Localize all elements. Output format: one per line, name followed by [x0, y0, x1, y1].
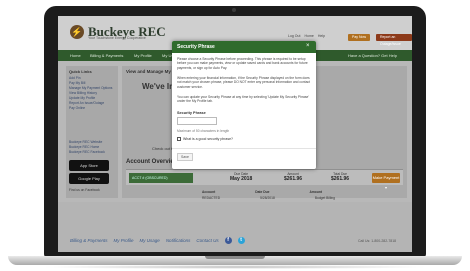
- footer-link-contact[interactable]: Contact Us: [196, 238, 218, 243]
- amount-value: $261.96: [284, 176, 303, 182]
- save-button[interactable]: Save: [177, 153, 193, 161]
- facebook-line[interactable]: Find us on Facebook: [69, 188, 100, 192]
- table-cell: REDACTED: [202, 196, 221, 200]
- modal-paragraph-2: When entering your financial information…: [177, 76, 310, 89]
- sidebar-link[interactable]: Update My Profile: [69, 96, 95, 100]
- total-due-value: $261.96: [331, 176, 350, 182]
- make-payment-button[interactable]: Make Payment ▾: [372, 173, 400, 190]
- footer-phone: Call Us: 1-800-282-7818: [358, 239, 397, 243]
- modal-divider: [172, 148, 316, 149]
- report-outage-button[interactable]: Report an Outage/Issue: [376, 34, 412, 46]
- amount-cell: Amount $261.96: [284, 172, 302, 182]
- due-date-cell: Due Date May 2018: [230, 172, 252, 182]
- security-phrase-hint: Maximum of 50 characters in length: [177, 129, 230, 133]
- modal-paragraph-3: You can update your Security Phrase at a…: [177, 95, 309, 104]
- modal-header: Security Phrase ×: [172, 41, 316, 53]
- table-row[interactable]: REDACTED 5/28/2018 Budget Billing: [202, 196, 402, 200]
- sidebar-link[interactable]: View Billing History: [69, 91, 97, 95]
- logout-link[interactable]: Log Out: [288, 34, 300, 38]
- account-summary-row: ACCT # (OBSCURED) Due Date May 2018 Amou…: [126, 169, 403, 190]
- facebook-icon[interactable]: f: [224, 237, 232, 244]
- home-link[interactable]: Home: [304, 34, 313, 38]
- pay-now-button[interactable]: Pay Now: [348, 34, 371, 41]
- good-phrase-checkbox-row[interactable]: What is a good security phrase?: [177, 137, 233, 141]
- security-phrase-label: Security Phrase: [177, 111, 206, 115]
- checkbox[interactable]: [177, 137, 181, 141]
- top-links: Log Out Home Help: [288, 34, 325, 38]
- help-link[interactable]: Help: [318, 34, 325, 38]
- laptop-mockup: ⚡ Buckeye REC Your Touchstone Energy Coo…: [0, 0, 470, 271]
- sidebar-link[interactable]: Buckeye REC Facebook: [69, 150, 105, 154]
- laptop-screen: ⚡ Buckeye REC Your Touchstone Energy Coo…: [58, 16, 412, 252]
- table-header-cell: Date Due: [255, 190, 270, 194]
- footer-link-billing[interactable]: Billing & Payments: [70, 238, 108, 243]
- laptop-notch: [205, 256, 265, 259]
- table-header-cell: Amount: [309, 190, 322, 194]
- account-overview-title: Account Overview: [126, 159, 179, 165]
- sidebar-link[interactable]: Pay Online: [69, 106, 85, 110]
- table-cell: Budget Billing: [314, 196, 335, 200]
- account-banner: ACCT # (OBSCURED): [129, 173, 193, 183]
- lightning-icon: ⚡: [70, 25, 84, 39]
- site-footer: Billing & Payments My Profile My Usage N…: [58, 202, 412, 252]
- due-date-value: May 2018: [230, 176, 253, 182]
- sidebar-title: Quick Links: [69, 69, 92, 74]
- footer-link-notifications[interactable]: Notifications: [166, 238, 191, 243]
- sidebar-link[interactable]: Report An Issue/Outage: [69, 101, 104, 105]
- sidebar-link[interactable]: Buckeye REC Website: [69, 140, 102, 144]
- table-header: Account Date Due Amount: [202, 190, 402, 194]
- total-due-cell: Total Due $261.96: [331, 172, 349, 182]
- nav-home[interactable]: Home: [70, 53, 81, 58]
- modal-paragraph-1: Please choose a Security Phrase before p…: [177, 57, 308, 70]
- footer-links: Billing & Payments My Profile My Usage N…: [70, 237, 245, 244]
- brand-tagline: Your Touchstone Energy Cooperative: [88, 36, 146, 40]
- footer-link-profile[interactable]: My Profile: [114, 238, 134, 243]
- laptop-shadow: [40, 265, 430, 269]
- quick-links-sidebar: Quick Links Add Pin Pay My Bill Manage M…: [66, 66, 118, 198]
- sidebar-link[interactable]: Add Pin: [69, 76, 81, 80]
- app-store-badge[interactable]: App Store: [69, 160, 109, 171]
- twitter-icon[interactable]: t: [237, 237, 245, 244]
- account-table: Account Date Due Amount REDACTED 5/28/20…: [202, 190, 402, 200]
- camera-dot: [232, 8, 236, 12]
- nav-profile[interactable]: My Profile: [134, 53, 152, 58]
- nav-help[interactable]: Have a Question? Get Help: [348, 53, 397, 58]
- modal-title: Security Phrase: [177, 44, 215, 50]
- table-cell: 5/28/2018: [260, 196, 275, 200]
- nav-billing[interactable]: Billing & Payments: [90, 53, 123, 58]
- sidebar-link[interactable]: Buckeye REC Home: [69, 145, 99, 149]
- security-phrase-modal: Security Phrase × Please choose a Securi…: [172, 41, 316, 169]
- sidebar-link[interactable]: Manage My Payment Options: [69, 86, 112, 90]
- checkbox-label: What is a good security phrase?: [183, 137, 233, 141]
- google-play-badge[interactable]: Google Play: [69, 173, 109, 184]
- sidebar-link[interactable]: Pay My Bill: [69, 81, 85, 85]
- close-icon[interactable]: ×: [306, 43, 310, 50]
- footer-link-usage[interactable]: My Usage: [140, 238, 160, 243]
- table-header-cell: Account: [202, 190, 216, 194]
- security-phrase-input[interactable]: [177, 117, 217, 125]
